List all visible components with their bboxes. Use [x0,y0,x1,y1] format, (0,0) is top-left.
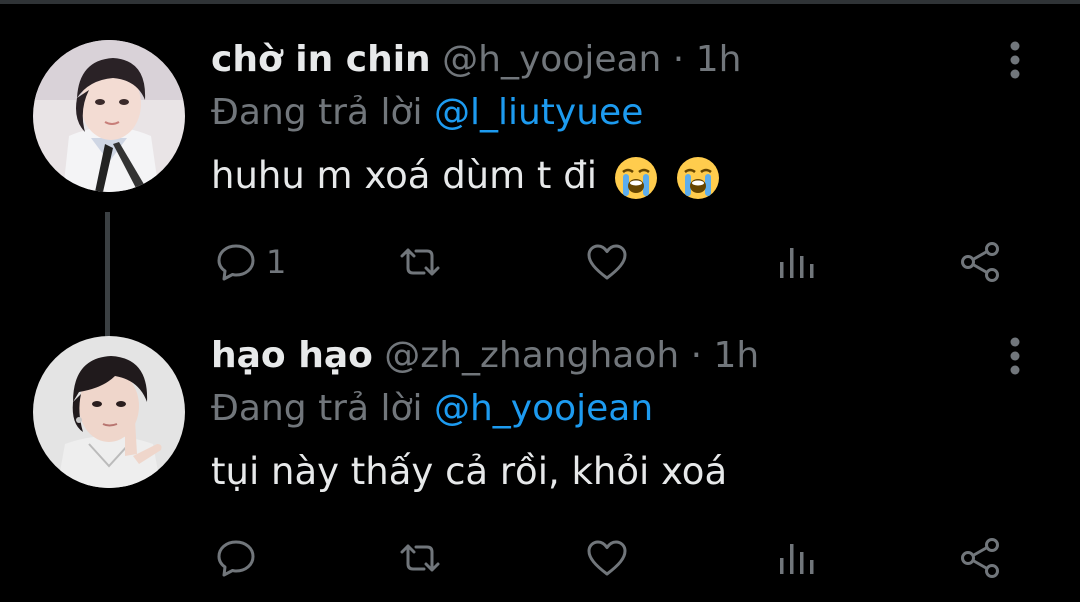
tweet-body: huhu m xoá dùm t đi [211,154,597,197]
separator-dot: · [672,39,685,80]
user-handle[interactable]: @zh_zhanghaoh [384,335,679,376]
user-handle[interactable]: @h_yoojean [442,39,661,80]
replying-to: Đang trả lời @h_yoojean [211,388,653,430]
tweet-actions [0,528,1080,588]
loudly-crying-face-icon [676,156,719,199]
avatar[interactable] [33,336,185,488]
retweet-button[interactable] [398,528,442,588]
replying-to-label: Đang trả lời [211,388,423,429]
like-button[interactable] [585,528,629,588]
tweet-actions: 1 [0,232,1080,292]
top-divider [0,0,1080,4]
tweet-header: hạo hạo @zh_zhanghaoh · 1h [211,336,759,376]
reply-button[interactable] [214,528,266,588]
views-button[interactable] [774,528,818,588]
mention-link[interactable]: @h_yoojean [434,388,653,429]
avatar[interactable] [33,40,185,192]
like-button[interactable] [585,232,629,292]
share-button[interactable] [958,232,1002,292]
more-options-icon[interactable] [1000,38,1030,84]
share-button[interactable] [958,528,1002,588]
timestamp[interactable]: 1h [714,335,760,376]
loudly-crying-face-icon [614,156,657,199]
display-name[interactable]: chờ in chin [211,39,431,80]
reply-count: 1 [266,243,287,281]
separator-dot: · [690,335,703,376]
retweet-icon [400,248,440,276]
reply-button[interactable]: 1 [214,232,286,292]
display-name[interactable]: hạo hạo [211,335,373,376]
views-chart-icon [780,248,814,278]
views-chart-icon [780,544,814,574]
tweet-text: tụi này thấy cả rồi, khỏi xoá [211,450,727,494]
more-options-icon[interactable] [1000,334,1030,380]
views-button[interactable] [774,232,818,292]
heart-icon [587,540,627,576]
replying-to-label: Đang trả lời [211,92,423,133]
mention-link[interactable]: @l_liutyuee [434,92,643,133]
heart-icon [587,244,627,280]
tweet-text: huhu m xoá dùm t đi [211,154,721,201]
retweet-icon [400,544,440,572]
tweet-header: chờ in chin @h_yoojean · 1h [211,40,741,80]
reply-icon [217,244,255,281]
timestamp[interactable]: 1h [696,39,742,80]
tweet-body: tụi này thấy cả rồi, khỏi xoá [211,450,728,493]
share-icon [961,538,999,578]
reply-icon [217,540,255,577]
replying-to: Đang trả lời @l_liutyuee [211,92,643,134]
tweet[interactable]: hạo hạo @zh_zhanghaoh · 1h Đang trả lời … [0,322,1080,602]
tweet[interactable]: chờ in chin @h_yoojean · 1h Đang trả lời… [0,26,1080,356]
retweet-button[interactable] [398,232,442,292]
share-icon [961,242,999,282]
